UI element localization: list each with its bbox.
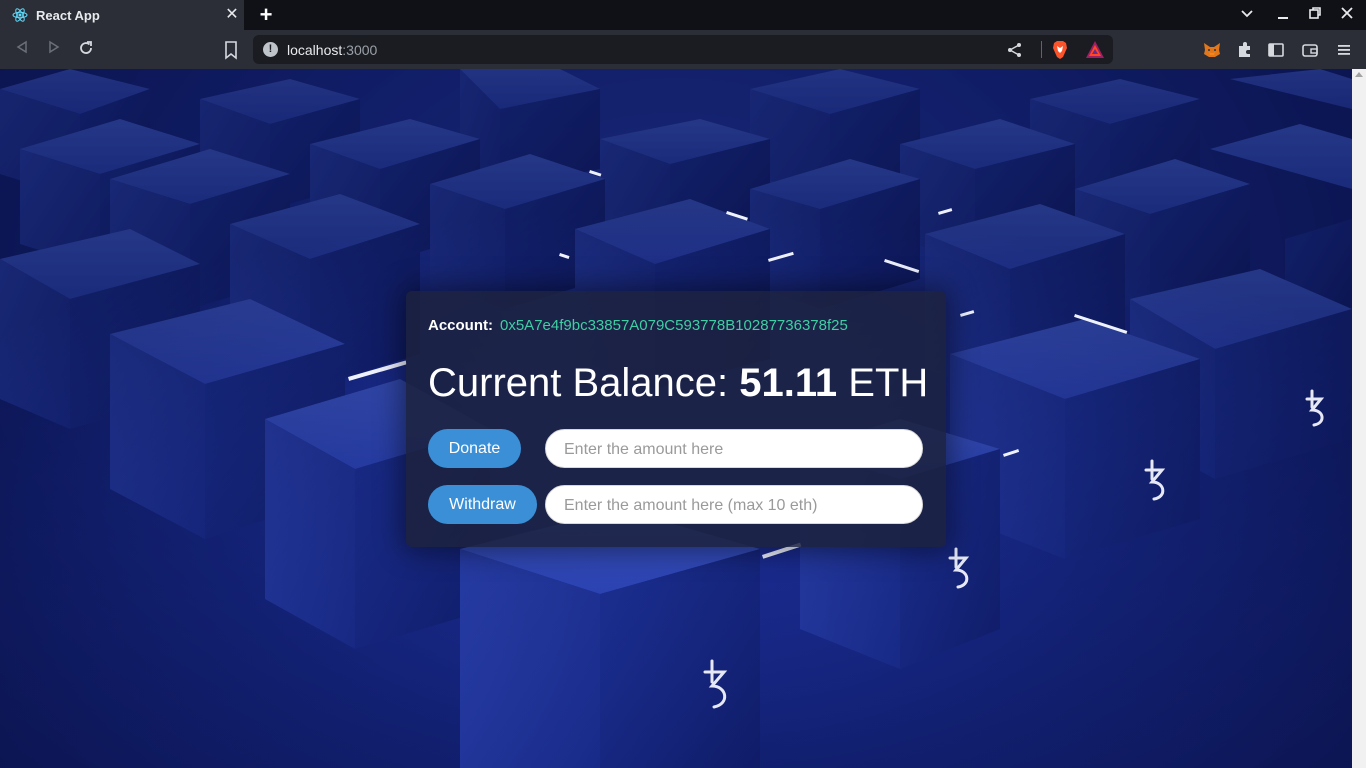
withdraw-button[interactable]: Withdraw: [428, 485, 537, 524]
donate-amount-input[interactable]: Enter the amount here: [545, 429, 923, 468]
new-tab-button[interactable]: +: [256, 4, 276, 26]
brave-shields-icon[interactable]: [1051, 40, 1069, 60]
url-port: :3000: [342, 42, 378, 58]
scroll-up-arrow-icon[interactable]: [1355, 72, 1363, 77]
site-info-icon[interactable]: !: [263, 42, 278, 57]
balance-prefix: Current Balance:: [428, 361, 740, 405]
url-separator: [1041, 41, 1042, 58]
menu-icon[interactable]: [1334, 40, 1354, 60]
tab-title: React App: [36, 8, 100, 23]
tab-bar: React App ✕ +: [0, 0, 1366, 30]
minimize-button[interactable]: [1274, 6, 1292, 24]
address-bar[interactable]: ! localhost:3000: [253, 35, 1113, 64]
current-balance: Current Balance: 51.11 ETH: [428, 361, 928, 406]
balance-amount: 51.11: [739, 361, 838, 405]
bookmark-icon[interactable]: [222, 40, 240, 60]
url-text[interactable]: localhost:3000: [287, 42, 377, 58]
metamask-icon[interactable]: [1202, 40, 1222, 60]
forward-button[interactable]: [44, 40, 64, 60]
browser-toolbar: ! localhost:3000: [0, 30, 1366, 69]
close-window-button[interactable]: [1338, 6, 1356, 24]
page-scrollbar[interactable]: [1352, 69, 1366, 768]
page-background: Account: 0x5A7e4f9bc33857A079C593778B102…: [0, 69, 1352, 768]
withdraw-amount-input[interactable]: Enter the amount here (max 10 eth): [545, 485, 923, 524]
restore-button[interactable]: [1306, 6, 1324, 24]
extensions-icon[interactable]: [1235, 40, 1255, 60]
balance-unit: ETH: [837, 361, 929, 405]
react-icon: [12, 8, 28, 22]
wallet-icon[interactable]: [1300, 40, 1320, 60]
tab-search-icon[interactable]: [1238, 6, 1256, 24]
account-label: Account:: [428, 317, 493, 334]
wallet-card: Account: 0x5A7e4f9bc33857A079C593778B102…: [406, 291, 946, 547]
brave-rewards-icon[interactable]: [1085, 40, 1105, 59]
withdraw-placeholder: Enter the amount here (max 10 eth): [564, 497, 818, 514]
reload-button[interactable]: [76, 40, 96, 60]
donate-placeholder: Enter the amount here: [564, 441, 724, 458]
back-button[interactable]: [12, 40, 32, 60]
account-address: 0x5A7e4f9bc33857A079C593778B10287736378f…: [500, 317, 848, 334]
donate-button[interactable]: Donate: [428, 429, 521, 468]
close-tab-icon[interactable]: ✕: [224, 7, 240, 23]
browser-tab[interactable]: React App ✕: [0, 0, 244, 30]
sidebar-icon[interactable]: [1266, 40, 1286, 60]
share-icon[interactable]: [1006, 41, 1024, 59]
url-host: localhost: [287, 42, 343, 58]
